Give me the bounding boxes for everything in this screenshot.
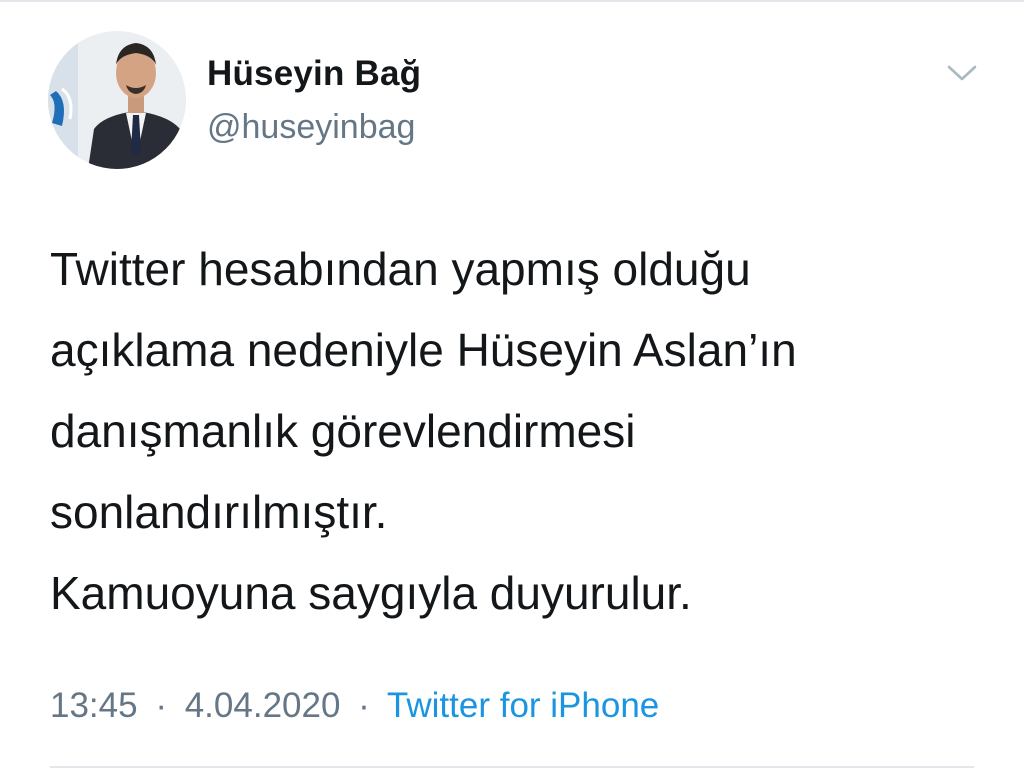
- tweet-text-line: sonlandırılmıştır.: [50, 486, 388, 538]
- tweet-text-line: danışmanlık görevlendirmesi: [50, 405, 636, 457]
- tweet-date[interactable]: 4.04.2020: [185, 686, 341, 725]
- display-name[interactable]: Hüseyin Bağ: [207, 54, 421, 94]
- tweet-time[interactable]: 13:45: [50, 686, 138, 725]
- tweet-text-line: Kamuoyuna saygıyla duyurulur.: [50, 567, 692, 619]
- tweet-text-line: Twitter hesabından yapmış olduğu: [50, 243, 751, 295]
- top-divider: [0, 0, 1024, 2]
- meta-separator: ·: [155, 686, 167, 725]
- tweet-source-link[interactable]: Twitter for iPhone: [387, 686, 659, 725]
- chevron-down-icon[interactable]: [945, 60, 979, 86]
- tweet-text-line: açıklama nedeniyle Hüseyin Aslan’ın: [50, 324, 797, 376]
- tweet-meta: 13:45 · 4.04.2020 · Twitter for iPhone: [50, 686, 659, 726]
- tweet-detail: Hüseyin Bağ @huseyinbag Twitter hesabınd…: [0, 0, 1024, 778]
- bottom-divider: [50, 766, 974, 768]
- tweet-text: Twitter hesabından yapmış olduğu açıklam…: [50, 229, 980, 634]
- avatar-photo: [48, 31, 186, 169]
- username-handle[interactable]: @huseyinbag: [207, 108, 415, 147]
- avatar[interactable]: [48, 31, 186, 169]
- meta-separator: ·: [358, 686, 370, 725]
